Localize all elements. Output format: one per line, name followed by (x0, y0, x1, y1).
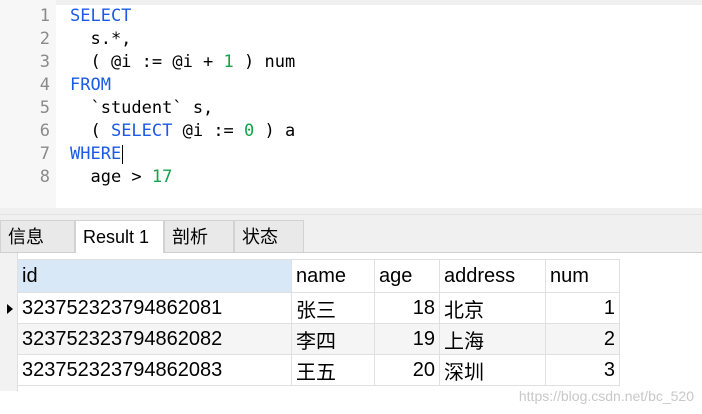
cell-age[interactable]: 20 (374, 354, 440, 386)
line-number: 6 (39, 121, 50, 141)
result-grid[interactable]: id name age address num 3237523237948620… (0, 253, 702, 414)
cell-id[interactable]: 323752323794862083 (17, 354, 292, 386)
code-text[interactable]: s.*, (70, 28, 131, 51)
line-number: 4 (39, 75, 50, 95)
cell-name[interactable]: 张三 (291, 292, 375, 324)
line-number: 2 (39, 29, 50, 49)
sql-number: 17 (151, 167, 173, 187)
code-line[interactable]: 3 ( @i := @i + 1 ) num (0, 51, 702, 74)
code-line[interactable]: 1 SELECT (0, 5, 702, 28)
sql-number: 0 (244, 121, 255, 141)
code-text[interactable]: `student` s, (70, 97, 213, 120)
code-line[interactable]: 4 FROM (0, 74, 702, 97)
cell-name[interactable]: 李四 (291, 323, 375, 355)
sql-token: ) a (254, 121, 296, 141)
line-number: 1 (39, 6, 50, 26)
code-line[interactable]: 8 age > 17 (0, 166, 702, 189)
sql-token: age > (70, 167, 152, 187)
code-text[interactable]: SELECT (70, 5, 131, 28)
line-number: 8 (39, 167, 50, 187)
column-header-age[interactable]: age (374, 259, 440, 293)
cell-address[interactable]: 北京 (439, 292, 546, 324)
column-header-address[interactable]: address (439, 259, 546, 293)
sql-token: ( (70, 121, 111, 141)
tab-status[interactable]: 状态 (234, 220, 304, 252)
cell-num[interactable]: 1 (545, 292, 620, 324)
tab-result-1[interactable]: Result 1 (75, 220, 164, 253)
line-number: 7 (39, 144, 50, 164)
table-row[interactable]: 323752323794862082 李四 19 上海 2 (17, 323, 620, 355)
tab-profile[interactable]: 剖析 (164, 220, 234, 252)
code-text[interactable]: age > 17 (70, 166, 172, 189)
cell-age[interactable]: 18 (374, 292, 440, 324)
cell-id[interactable]: 323752323794862082 (17, 323, 292, 355)
code-text[interactable]: ( SELECT @i := 0 ) a (70, 120, 295, 143)
code-text[interactable]: FROM (70, 74, 111, 97)
sql-keyword: SELECT (110, 121, 173, 141)
sql-keyword: FROM (70, 75, 111, 95)
column-header-id[interactable]: id (17, 259, 292, 293)
sql-editor[interactable]: 1 SELECT 2 s.*, 3 ( @i := @i + 1 ) num 4 FROM… (0, 0, 702, 208)
cell-num[interactable]: 2 (545, 323, 620, 355)
cell-address[interactable]: 深圳 (439, 354, 546, 386)
code-line[interactable]: 2 s.*, (0, 28, 702, 51)
row-indicator-column (0, 253, 18, 391)
sql-keyword: SELECT (70, 6, 132, 26)
result-tab-bar: 信息 Result 1 剖析 状态 (0, 215, 702, 253)
cell-address[interactable]: 上海 (439, 323, 546, 355)
sql-keyword: WHERE (70, 144, 122, 164)
code-line[interactable]: 6 ( SELECT @i := 0 ) a (0, 120, 702, 143)
cell-age[interactable]: 19 (374, 323, 440, 355)
header-row: id name age address num (17, 259, 620, 293)
column-header-num[interactable]: num (545, 259, 620, 293)
code-text[interactable]: WHERE (70, 143, 124, 166)
watermark: https://blog.csdn.net/bc_520 (518, 388, 694, 404)
code-text[interactable]: ( @i := @i + 1 ) num (70, 51, 295, 74)
sql-number: 1 (223, 52, 234, 72)
column-header-name[interactable]: name (291, 259, 375, 293)
table-row[interactable]: 323752323794862083 王五 20 深圳 3 (17, 354, 620, 386)
result-table: id name age address num 3237523237948620… (17, 259, 620, 386)
sql-token: ( @i := @i + (70, 52, 224, 72)
code-line[interactable]: 5 `student` s, (0, 97, 702, 120)
text-caret (122, 144, 124, 164)
current-row-arrow-icon (7, 304, 13, 314)
code-line[interactable]: 7 WHERE (0, 143, 702, 166)
line-number: 5 (39, 98, 50, 118)
tab-info[interactable]: 信息 (0, 220, 75, 252)
cell-id[interactable]: 323752323794862081 (17, 292, 292, 324)
cell-num[interactable]: 3 (545, 354, 620, 386)
sql-token: s.*, (70, 29, 132, 49)
line-number: 3 (39, 52, 50, 72)
sql-token: @i := (172, 121, 245, 141)
cell-name[interactable]: 王五 (291, 354, 375, 386)
sql-token: ) num (233, 52, 296, 72)
table-row[interactable]: 323752323794862081 张三 18 北京 1 (17, 292, 620, 324)
sql-token: `student` s, (70, 98, 214, 118)
